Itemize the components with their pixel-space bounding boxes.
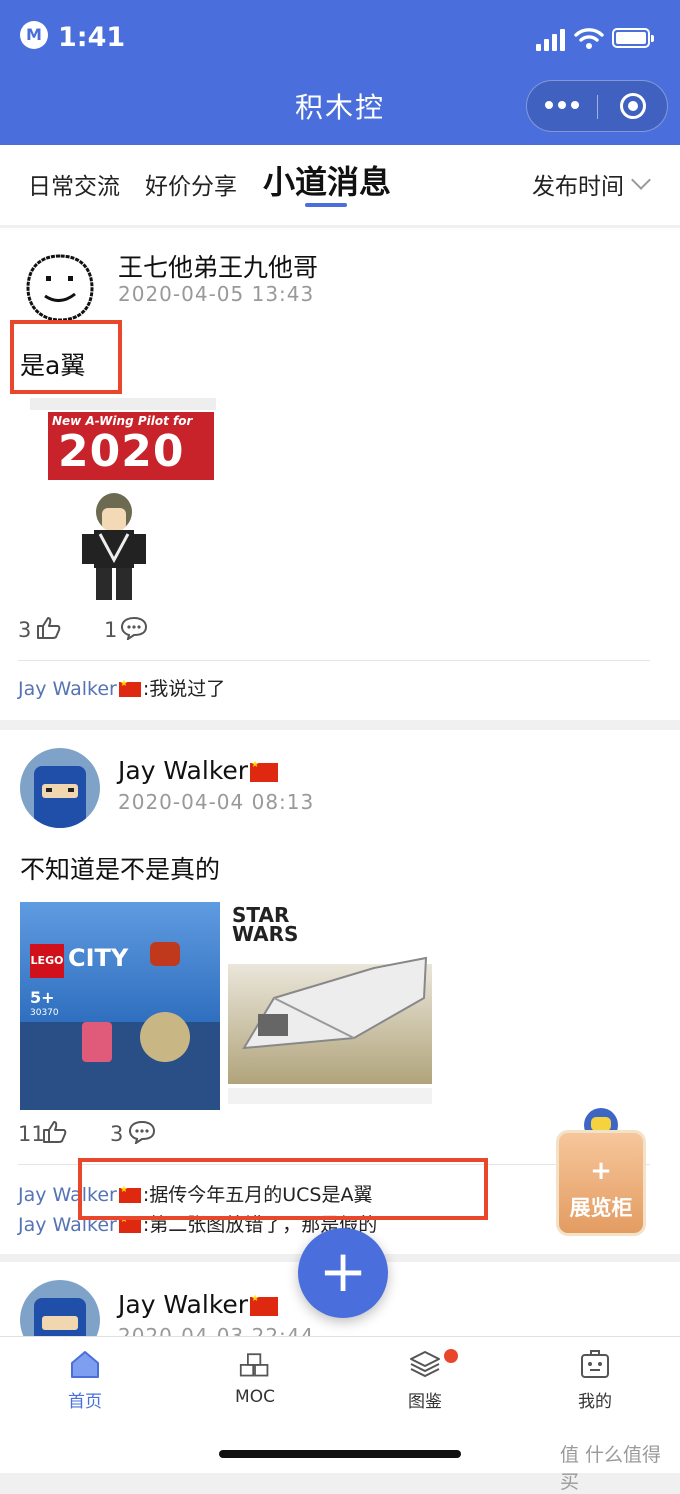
nav-label: 首页 [68, 1392, 102, 1412]
gunship-image [242, 956, 428, 1050]
signal-icon [536, 27, 568, 51]
chevron-down-icon[interactable] [631, 170, 651, 190]
showcase-label: 展览柜 [569, 1196, 633, 1220]
comment-icon[interactable] [120, 616, 148, 640]
city-logo: CITY [68, 944, 129, 972]
post-author[interactable]: Jay Walker [118, 1290, 280, 1319]
comment-author[interactable]: Jay Walker [18, 678, 117, 700]
robot-face-icon [581, 1350, 609, 1378]
home-indicator [219, 1450, 461, 1458]
close-miniprogram-icon[interactable] [620, 93, 646, 119]
active-tab-indicator [305, 203, 347, 207]
nav-moc[interactable]: MOC [170, 1337, 340, 1427]
set-number: 30370 [30, 1008, 59, 1018]
comment-count: 3 [110, 1122, 124, 1146]
minifigure-image [82, 493, 146, 600]
post-date: 2020-04-03 22:44 [118, 1324, 315, 1336]
image-diver [150, 942, 180, 966]
notification-badge [444, 1349, 458, 1363]
mini-program-capsule [526, 80, 668, 132]
add-post-button[interactable]: + [298, 1228, 388, 1318]
avatar[interactable] [20, 1280, 100, 1336]
capsule-divider [597, 95, 598, 119]
nav-label: MOC [235, 1387, 275, 1407]
watermark: 值 什么值得买 [560, 1444, 662, 1493]
comment-item[interactable]: Jay Walker :我说过了 [18, 674, 225, 701]
comment-text: :我说过了 [142, 678, 226, 700]
post-author[interactable]: Jay Walker [118, 756, 280, 785]
post-card: 王七他弟王九他哥 2020-04-05 13:43 是a翼 New A-Wing… [0, 228, 680, 720]
nav-home[interactable]: 首页 [0, 1337, 170, 1427]
top-bar: M 1:41 积木控 [0, 0, 680, 145]
nav-label: 我的 [578, 1392, 612, 1412]
status-time: 1:41 [58, 22, 126, 53]
post-image[interactable]: STAR WARS [228, 906, 432, 1104]
like-count: 3 [18, 618, 32, 642]
nav-mine[interactable]: 我的 [510, 1337, 680, 1427]
tab-daily-chat[interactable]: 日常交流 [28, 167, 120, 201]
bricks-icon [239, 1353, 269, 1377]
category-tabs: 日常交流 好价分享 小道消息 发布时间 [0, 145, 680, 225]
cn-flag-icon [250, 1294, 279, 1316]
sort-dropdown[interactable]: 发布时间 [532, 167, 624, 201]
divider [18, 660, 650, 661]
post-image[interactable]: New A-Wing Pilot for 2020 [24, 398, 216, 604]
wifi-icon [574, 28, 604, 49]
cn-flag-icon [250, 760, 279, 782]
layers-icon [410, 1351, 440, 1378]
showcase-plus: + [590, 1156, 612, 1186]
avatar[interactable] [20, 248, 100, 328]
avatar[interactable] [20, 748, 100, 828]
tab-rumors[interactable]: 小道消息 [263, 157, 391, 203]
nav-label: 图鉴 [408, 1392, 442, 1412]
thumbs-up-icon[interactable] [42, 1120, 68, 1144]
image-seabed [20, 1022, 220, 1110]
like-count: 11 [18, 1122, 45, 1146]
image-banner-year: 2020 [58, 426, 185, 477]
comment-count: 1 [104, 618, 118, 642]
post-text: 不知道是不是真的 [20, 855, 221, 884]
image-banner: New A-Wing Pilot for 2020 [48, 412, 214, 480]
age-label: 5+ [30, 988, 55, 1007]
highlight-box [10, 320, 122, 394]
image-stingray [140, 1012, 190, 1062]
post-image[interactable]: LEGO CITY 5+ 30370 [20, 902, 220, 1110]
tab-deals[interactable]: 好价分享 [145, 167, 237, 201]
cn-flag-icon [118, 1215, 141, 1233]
image-header-strip [30, 398, 216, 410]
thumbs-up-icon[interactable] [36, 616, 62, 640]
highlight-box [78, 1158, 488, 1220]
post-date: 2020-04-04 08:13 [118, 790, 315, 814]
app-logo-icon: M [20, 21, 48, 49]
lego-logo: LEGO [30, 944, 64, 978]
image-coral [82, 1022, 112, 1062]
nav-catalog[interactable]: 图鉴 [340, 1337, 510, 1427]
home-icon [71, 1351, 99, 1378]
post-author-name[interactable]: Jay Walker [118, 756, 248, 785]
more-icon[interactable] [545, 101, 581, 111]
showcase-button[interactable]: + 展览柜 [556, 1108, 646, 1236]
plus-icon: + [318, 1237, 368, 1305]
comment-icon[interactable] [128, 1120, 156, 1144]
status-bar: M 1:41 [0, 0, 680, 70]
post-date: 2020-04-05 13:43 [118, 282, 315, 306]
post-author-name[interactable]: Jay Walker [118, 1290, 248, 1319]
post-author[interactable]: 王七他弟王九他哥 [118, 248, 318, 284]
cn-flag-icon [118, 679, 141, 697]
battery-icon [612, 28, 654, 48]
image-footer [228, 1088, 432, 1104]
